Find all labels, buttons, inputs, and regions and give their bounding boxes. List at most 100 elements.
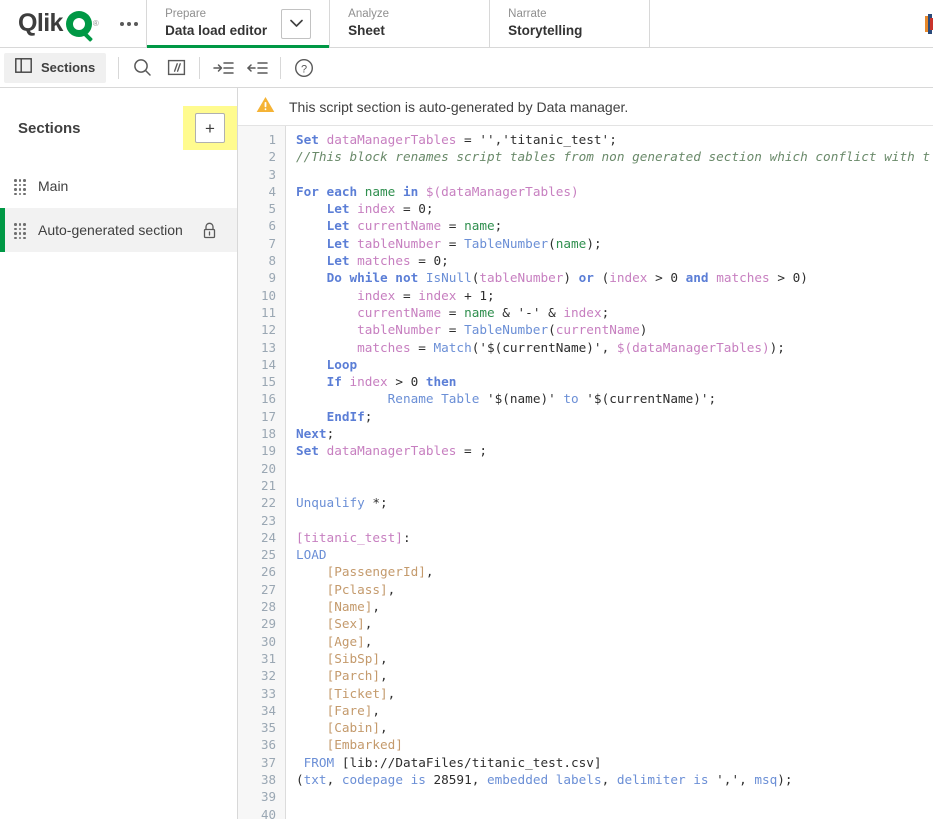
script-code-editor[interactable]: 1 2 3 4 5 6 7 8 9 10 11 12 13 14 15 16 17 18 19 20 21 22 23 24 2… — [238, 126, 933, 819]
code-line[interactable]: For each name in $(dataManagerTables) — [296, 183, 933, 200]
code-line[interactable]: (txt, codepage is 28591, embedded labels… — [296, 771, 933, 788]
code-line[interactable]: tableNumber = TableNumber(currentName) — [296, 321, 933, 338]
code-line[interactable]: FROM [lib://DataFiles/titanic_test.csv] — [296, 754, 933, 771]
line-number: 33 — [260, 685, 276, 701]
code-line[interactable] — [296, 460, 933, 477]
code-line[interactable]: [Pclass], — [296, 581, 933, 598]
code-line[interactable]: Let currentName = name; — [296, 217, 933, 234]
comment-icon[interactable] — [159, 53, 193, 83]
code-line[interactable]: [Embarked] — [296, 736, 933, 753]
code-line[interactable]: Next; — [296, 425, 933, 442]
code-line[interactable]: If index > 0 then — [296, 373, 933, 390]
code-line[interactable]: [Name], — [296, 598, 933, 615]
code-line[interactable]: Loop — [296, 356, 933, 373]
search-icon[interactable] — [125, 53, 159, 83]
line-number: 18 — [260, 426, 276, 442]
code-token: TableNumber — [464, 322, 549, 338]
code-token: 0 — [418, 201, 426, 217]
help-icon[interactable]: ? — [287, 53, 321, 83]
code-line[interactable] — [296, 788, 933, 805]
outdent-icon[interactable] — [240, 53, 274, 83]
code-line[interactable]: matches = Match('$(currentName)', $(data… — [296, 339, 933, 356]
line-number: 37 — [260, 754, 276, 770]
code-token: ; — [380, 495, 388, 511]
code-token: ( — [548, 235, 556, 251]
chevron-down-icon[interactable] — [281, 8, 312, 39]
code-line[interactable]: [Parch], — [296, 667, 933, 684]
qlik-logo[interactable]: Qlik ® — [18, 10, 99, 42]
code-content[interactable]: Set dataManagerTables = '','titanic_test… — [286, 126, 933, 819]
code-line[interactable]: Set dataManagerTables = '','titanic_test… — [296, 131, 933, 148]
sections-panel-header: Sections + — [0, 88, 237, 164]
line-number: 2 — [268, 149, 276, 165]
code-line[interactable] — [296, 512, 933, 529]
sidebar-item-auto-generated-section[interactable]: Auto-generated section — [0, 208, 237, 252]
tab-narrate-kicker: Narrate — [508, 7, 547, 20]
code-line[interactable]: [Age], — [296, 633, 933, 650]
tab-prepare-data-load-editor[interactable]: Prepare Data load editor — [146, 0, 330, 48]
code-token: , — [380, 650, 388, 666]
code-token: = — [456, 443, 480, 459]
code-line[interactable]: [Sex], — [296, 615, 933, 632]
code-token: codepage is — [341, 771, 434, 787]
code-token: index — [349, 374, 388, 390]
code-line[interactable]: EndIf; — [296, 408, 933, 425]
code-line[interactable]: Rename Table '$(name)' to '$(currentName… — [296, 390, 933, 407]
code-line[interactable]: Unqualify *; — [296, 494, 933, 511]
code-token: currentName — [555, 322, 640, 338]
code-token: = — [441, 218, 465, 234]
code-line[interactable]: index = index + 1; — [296, 287, 933, 304]
code-token: , — [372, 702, 381, 718]
brand-area: Qlik ® — [0, 0, 146, 47]
user-avatar[interactable] — [925, 14, 933, 34]
code-line[interactable]: [SibSp], — [296, 650, 933, 667]
toolbar-divider-1 — [118, 56, 120, 79]
code-line[interactable]: [titanic_test]: — [296, 529, 933, 546]
line-number: 7 — [268, 235, 276, 251]
indent-icon[interactable] — [206, 53, 240, 83]
code-line[interactable]: currentName = name & '-' & index; — [296, 304, 933, 321]
code-token: '','titanic_test' — [479, 132, 610, 147]
code-token: Loop — [326, 356, 358, 372]
code-token: TableNumber — [464, 235, 549, 251]
line-number: 32 — [260, 668, 276, 684]
code-token: , — [471, 771, 487, 787]
code-line[interactable]: [Ticket], — [296, 685, 933, 702]
sidebar-item-main[interactable]: Main — [0, 164, 237, 208]
code-token: 1 — [479, 287, 487, 303]
code-line[interactable]: //This block renames script tables from … — [296, 148, 933, 165]
code-line[interactable] — [296, 806, 933, 819]
code-line[interactable]: [PassengerId], — [296, 563, 933, 580]
code-line[interactable]: Let index = 0; — [296, 200, 933, 217]
code-line[interactable]: [Cabin], — [296, 719, 933, 736]
code-token: Match — [433, 339, 472, 355]
code-line[interactable]: Let matches = 0; — [296, 252, 933, 269]
add-section-button[interactable]: + — [195, 113, 225, 143]
tab-analyze-sheet[interactable]: Analyze Sheet — [329, 0, 489, 47]
more-options-icon[interactable] — [112, 0, 146, 47]
code-line[interactable]: Do while not IsNull(tableNumber) or (ind… — [296, 269, 933, 286]
code-token: matches — [716, 270, 770, 286]
code-token: '-' — [517, 304, 541, 320]
code-line[interactable] — [296, 166, 933, 183]
code-line[interactable] — [296, 477, 933, 494]
line-number: 19 — [260, 443, 276, 459]
code-line[interactable]: [Fare], — [296, 702, 933, 719]
tab-narrate-storytelling[interactable]: Narrate Storytelling — [489, 0, 649, 47]
code-token: [Name] — [326, 599, 373, 615]
code-token: ); — [777, 771, 793, 787]
code-line[interactable]: Set dataManagerTables = ; — [296, 442, 933, 459]
code-line[interactable]: LOAD — [296, 546, 933, 563]
code-token: delimiter is — [616, 771, 717, 787]
code-line[interactable]: Let tableNumber = TableNumber(name); — [296, 235, 933, 252]
toggle-sections-panel-button[interactable]: Sections — [4, 52, 107, 83]
drag-handle-icon[interactable] — [14, 179, 26, 195]
code-token: > — [769, 270, 793, 286]
code-token: ; — [494, 218, 503, 234]
line-number: 31 — [260, 650, 276, 666]
line-number: 21 — [260, 477, 276, 493]
drag-handle-icon[interactable] — [14, 223, 26, 239]
